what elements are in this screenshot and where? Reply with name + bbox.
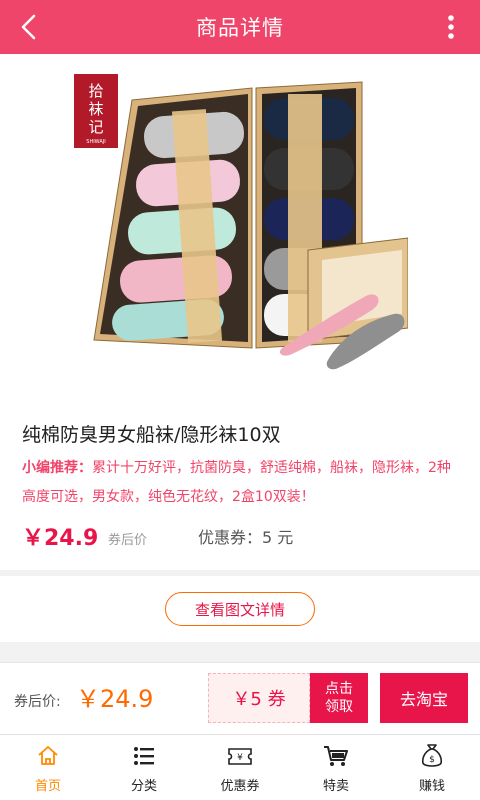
- money-bag-icon: $: [419, 743, 445, 769]
- chevron-left-icon: [21, 14, 36, 40]
- coupon-icon: ¥: [227, 743, 253, 769]
- coupon-label: 优惠券：: [198, 528, 263, 547]
- claim-coupon-button[interactable]: 点击 领取: [310, 673, 368, 723]
- more-vertical-icon: [448, 15, 454, 39]
- cart-icon: [323, 743, 349, 769]
- tab-sale-label: 特卖: [322, 779, 349, 794]
- tab-category-label: 分类: [130, 779, 157, 794]
- coupon-info: 优惠券：5 元: [198, 524, 293, 548]
- coupon-value: 5 元: [262, 528, 294, 547]
- back-button[interactable]: [10, 8, 48, 46]
- product-card: 拾 袜 记 SHIWAJI 纯棉防臭男女船袜/隐形袜10双 小编推荐：累计十万好…: [0, 54, 480, 570]
- view-details-button[interactable]: 查看图文详情: [165, 592, 315, 626]
- price-row: ￥24.9 券后价 优惠券：5 元: [22, 520, 462, 552]
- svg-text:$: $: [429, 755, 435, 765]
- top-bar: 商品详情: [0, 0, 480, 54]
- svg-text:¥: ¥: [237, 753, 243, 763]
- purchase-bar: 券后价: ￥24.9 ￥5 券 点击 领取 去淘宝: [0, 662, 480, 734]
- tab-sale[interactable]: 特卖: [288, 735, 384, 800]
- home-icon: [35, 743, 61, 769]
- detail-section: 查看图文详情: [0, 576, 480, 642]
- brand-logo-line1: 拾: [88, 82, 103, 100]
- claim-line1: 点击: [325, 681, 353, 697]
- recommendation-label: 小编推荐：: [22, 460, 92, 476]
- product-title: 纯棉防臭男女船袜/隐形袜10双: [22, 424, 281, 446]
- brand-logo-line2: 袜: [88, 100, 103, 118]
- product-price: ￥24.9: [22, 526, 99, 551]
- list-icon: [131, 743, 157, 769]
- tab-category[interactable]: 分类: [96, 735, 192, 800]
- tab-earn[interactable]: $ 赚钱: [384, 735, 480, 800]
- brand-logo-line3: 记: [88, 118, 103, 136]
- tab-bar: 首页 分类 ¥ 优惠券 特卖 $ 赚钱: [0, 734, 480, 800]
- socks-box-illustration: 拾 袜 记 SHIWAJI: [74, 74, 409, 370]
- tab-coupons[interactable]: ¥ 优惠券: [192, 735, 288, 800]
- more-button[interactable]: [436, 8, 466, 46]
- tab-home[interactable]: 首页: [0, 735, 96, 800]
- coupon-amount: ￥5 券: [208, 673, 310, 723]
- app: 商品详情 拾 袜 记 SHIWAJI 纯棉防臭男女船袜/隐形袜10双 小编推荐：…: [0, 0, 480, 800]
- tab-home-label: 首页: [34, 779, 61, 794]
- after-coupon-price-label: 券后价:: [14, 694, 61, 710]
- claim-line2: 领取: [325, 699, 353, 715]
- recommendation: 小编推荐：累计十万好评，抗菌防臭，舒适纯棉，船袜，隐形袜，2种高度可选，男女款，…: [22, 454, 462, 512]
- tab-coupons-label: 优惠券: [220, 779, 260, 794]
- brand-logo-sub: SHIWAJI: [86, 139, 105, 145]
- after-coupon-label: 券后价: [108, 533, 148, 548]
- tab-earn-label: 赚钱: [418, 779, 445, 794]
- go-taobao-button[interactable]: 去淘宝: [380, 673, 468, 723]
- after-coupon-price: ￥24.9: [76, 685, 154, 713]
- product-image: 拾 袜 记 SHIWAJI: [72, 70, 409, 398]
- page-title: 商品详情: [196, 16, 284, 40]
